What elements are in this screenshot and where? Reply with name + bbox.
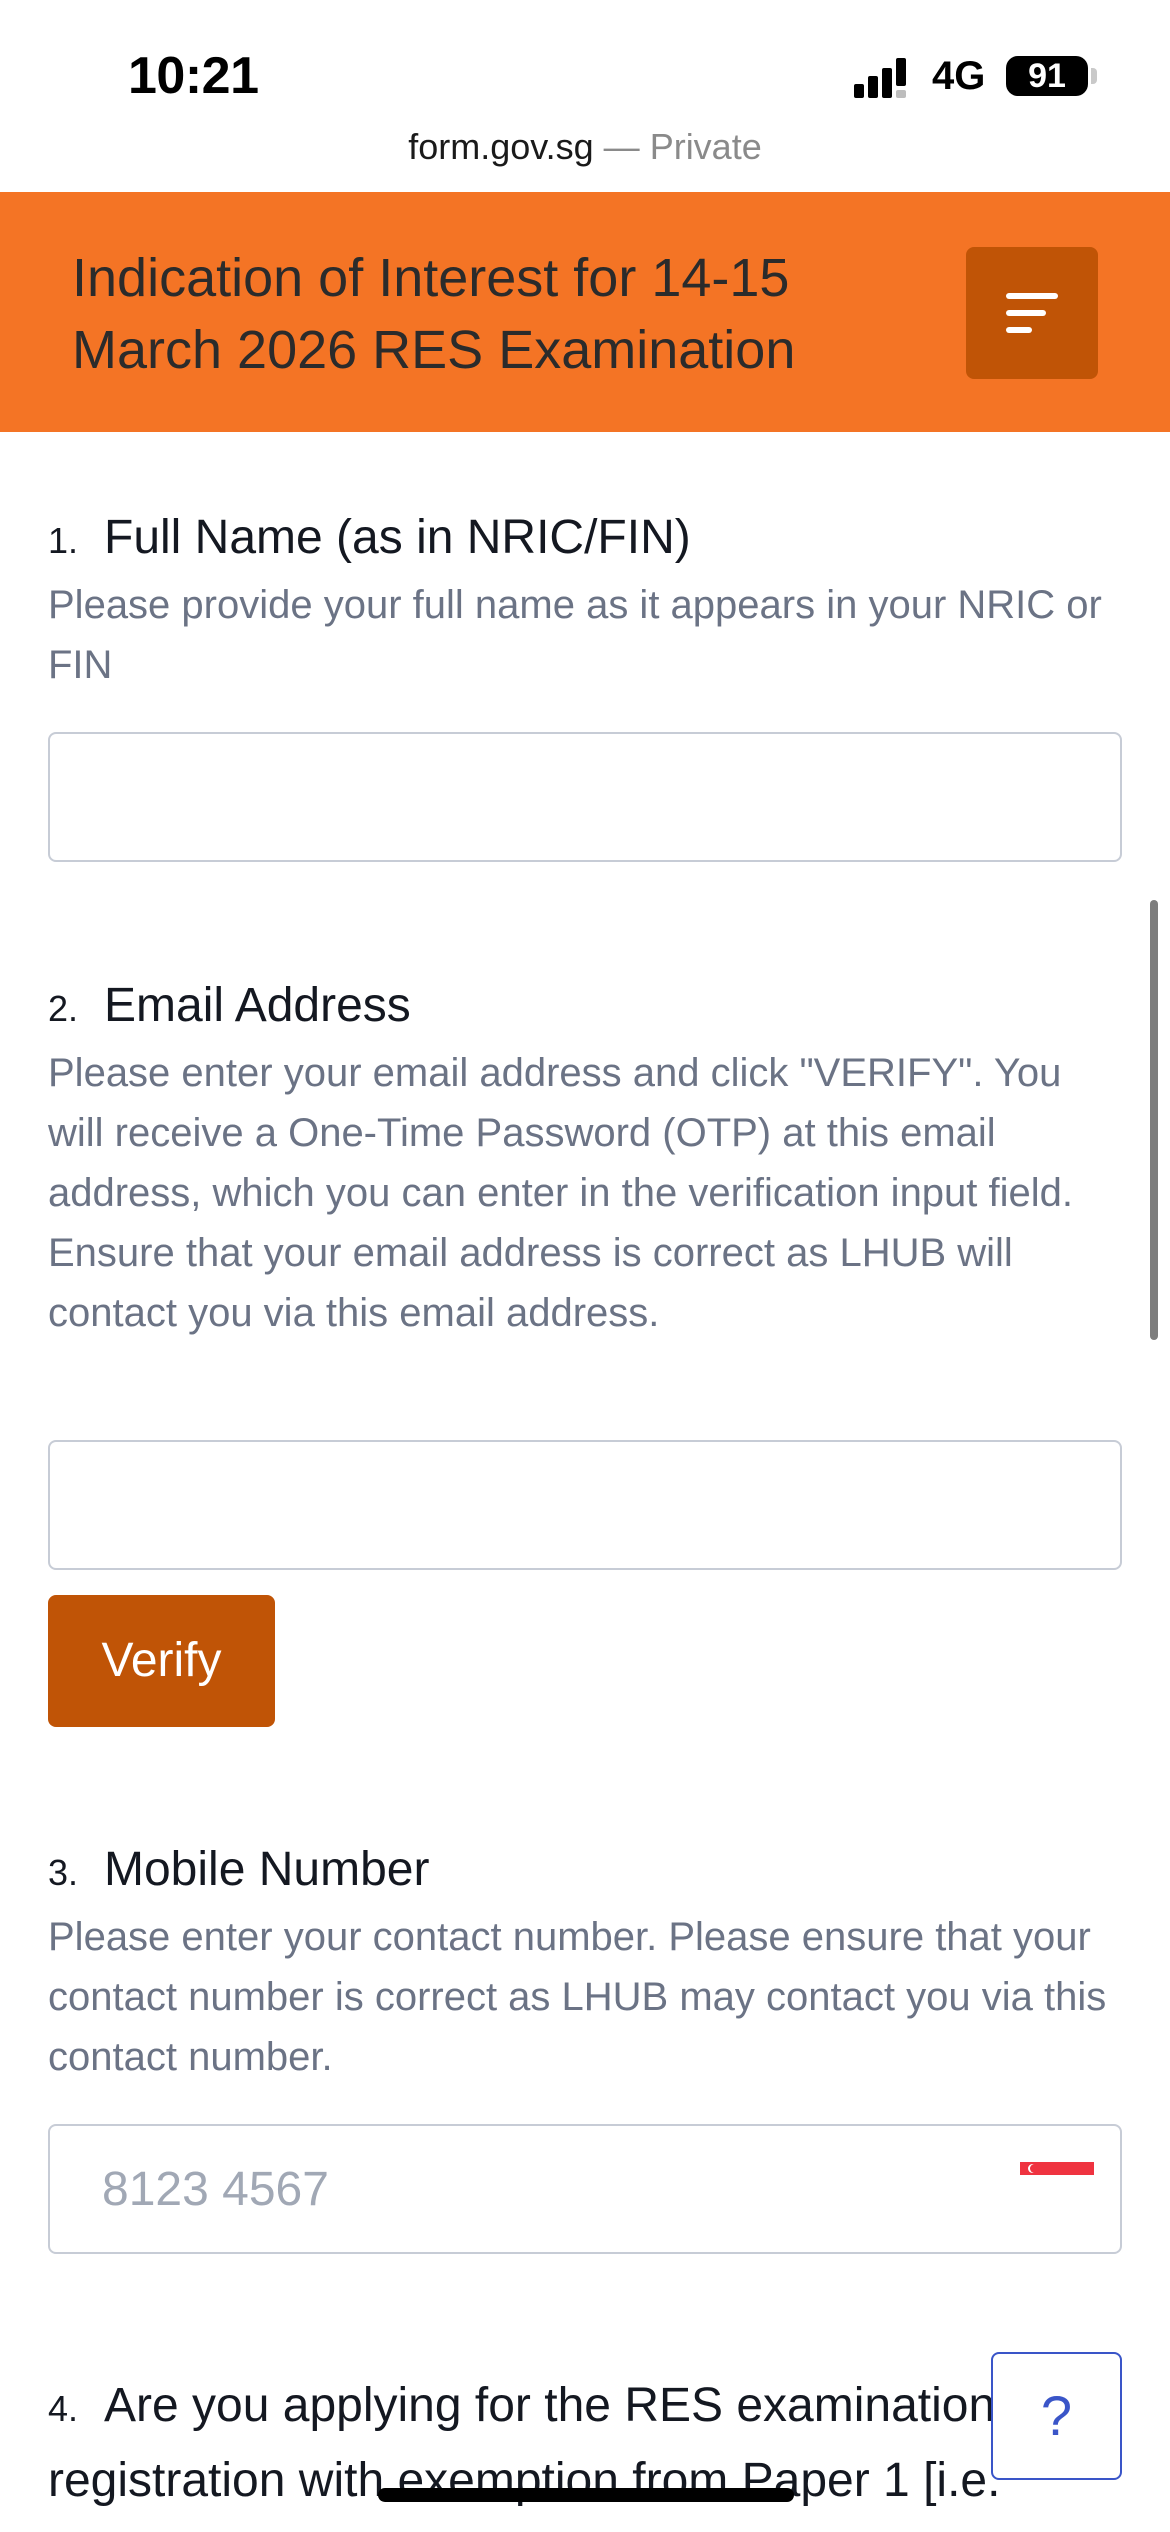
battery-tip	[1091, 68, 1097, 84]
mobile-placeholder: 8123 4567	[102, 2163, 329, 2216]
question-label: Email Address	[104, 979, 411, 1032]
home-indicator[interactable]	[378, 2488, 794, 2502]
scrollbar-thumb[interactable]	[1150, 900, 1158, 1340]
question-description: Please provide your full name as it appe…	[48, 583, 1102, 687]
question-number: 2.	[48, 988, 79, 1029]
battery-icon: 91	[1006, 56, 1088, 96]
singapore-flag-icon[interactable]	[1020, 2162, 1094, 2188]
signal-strength-icon	[854, 58, 906, 98]
mobile-number-input[interactable]: 8123 4567	[48, 2124, 1122, 2254]
email-input[interactable]	[48, 1440, 1122, 1570]
full-name-input[interactable]	[48, 732, 1122, 862]
question-number: 3.	[48, 1852, 79, 1893]
url-separator: —	[593, 126, 650, 167]
url-bar[interactable]: form.gov.sg — Private	[0, 126, 1170, 168]
question-number: 1.	[48, 520, 79, 561]
question-title: 1. Full Name (as in NRIC/FIN)	[48, 508, 1122, 571]
question-full-name: 1. Full Name (as in NRIC/FIN) Please prov…	[48, 508, 1122, 695]
network-type: 4G	[932, 54, 986, 98]
status-bar: 10:21 4G 91 form.gov.sg — Private	[0, 0, 1170, 190]
url-privacy: Private	[649, 126, 762, 167]
question-email: 2. Email Address Please enter your email …	[48, 976, 1122, 1343]
question-description: Please enter your contact number. Please…	[48, 1915, 1107, 2079]
status-time: 10:21	[128, 47, 259, 105]
question-title: 2. Email Address	[48, 976, 1122, 1039]
question-mobile: 3. Mobile Number Please enter your contac…	[48, 1840, 1122, 2087]
verify-button[interactable]: Verify	[48, 1595, 275, 1727]
menu-button[interactable]	[966, 247, 1098, 379]
question-title: 3. Mobile Number	[48, 1840, 1122, 1903]
battery-level: 91	[1028, 57, 1066, 95]
question-number: 4.	[48, 2388, 79, 2429]
question-label: Mobile Number	[104, 1843, 430, 1896]
form-title: Indication of Interest for 14-15 March 2…	[72, 248, 796, 380]
question-label: Full Name (as in NRIC/FIN)	[104, 511, 691, 564]
question-description: Please enter your email address and clic…	[48, 1051, 1074, 1335]
help-button[interactable]: ?	[991, 2352, 1122, 2480]
url-host: form.gov.sg	[408, 126, 594, 167]
form-header: Indication of Interest for 14-15 March 2…	[0, 192, 1170, 432]
